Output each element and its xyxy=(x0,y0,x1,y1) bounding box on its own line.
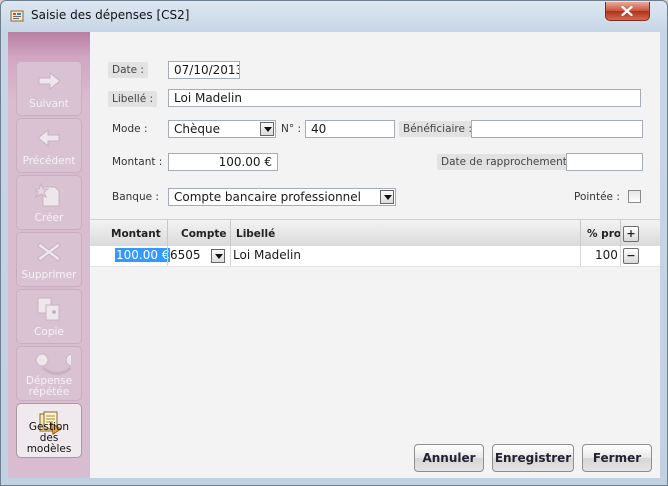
title-bar: Saisie des dépenses [CS2] xyxy=(1,1,667,29)
beneficiaire-field[interactable] xyxy=(471,120,643,138)
fermer-button[interactable]: Fermer xyxy=(582,444,652,472)
enregistrer-button[interactable]: Enregistrer xyxy=(492,444,574,472)
mode-label: Mode : xyxy=(112,123,148,135)
sidebar-item-label: Copie xyxy=(34,326,64,338)
libelle-label: Libellé : xyxy=(108,91,158,107)
sidebar-item-suivant[interactable]: Suivant xyxy=(16,61,82,116)
col-pct-pro[interactable]: % pro xyxy=(587,228,621,240)
sidebar-item-label: Créer xyxy=(34,212,64,224)
sidebar-item-depense-repetee[interactable]: Dépense répétée xyxy=(16,346,82,401)
new-document-icon xyxy=(35,182,60,207)
chevron-down-icon[interactable] xyxy=(211,249,225,263)
banque-select[interactable]: Compte bancaire professionnel xyxy=(168,188,396,206)
pointee-label: Pointée : xyxy=(574,191,620,203)
table-row[interactable]: 100.00 € 6505 Loi Madelin 100 − xyxy=(90,246,660,267)
sidebar-item-label-line2: des modèles xyxy=(26,432,72,455)
arrow-left-icon xyxy=(37,128,60,148)
sidebar-item-label: Suivant xyxy=(29,98,69,110)
arrow-right-icon xyxy=(38,71,61,91)
close-icon xyxy=(621,6,633,16)
close-window-button[interactable] xyxy=(605,2,650,21)
sidebar-item-creer[interactable]: Créer xyxy=(16,175,82,230)
chevron-down-icon[interactable] xyxy=(380,190,394,204)
expense-form: Date : 07/10/2013 Libellé : Loi Madelin … xyxy=(90,32,660,478)
allocation-grid-header: Montant Compte Libellé % pro + xyxy=(90,219,660,248)
col-libelle[interactable]: Libellé xyxy=(236,228,275,240)
app-icon xyxy=(10,10,24,22)
add-row-button[interactable]: + xyxy=(623,226,639,242)
remove-row-button[interactable]: − xyxy=(623,248,639,264)
sidebar-item-label: Précédent xyxy=(22,155,76,167)
banque-select-value: Compte bancaire professionnel xyxy=(174,190,362,204)
sidebar-item-gestion-modeles[interactable]: Gestion des modèles xyxy=(16,403,82,458)
rapprochement-field[interactable] xyxy=(566,153,643,171)
annuler-button[interactable]: Annuler xyxy=(414,444,484,472)
rapprochement-label: Date de rapprochement : xyxy=(437,154,578,170)
row-montant[interactable]: 100.00 € xyxy=(115,248,171,262)
numero-label: N° : xyxy=(281,123,301,135)
col-compte[interactable]: Compte xyxy=(181,228,227,240)
main-window: Saisie des dépenses [CS2] Suivant Précéd… xyxy=(0,0,668,486)
sidebar-item-copie[interactable]: Copie xyxy=(16,289,82,344)
window-title: Saisie des dépenses [CS2] xyxy=(31,8,190,22)
sidebar: Suivant Précédent Créer Supprimer Copie … xyxy=(8,32,90,478)
mode-select[interactable]: Chèque xyxy=(168,120,276,138)
col-montant[interactable]: Montant xyxy=(111,228,161,240)
banque-label: Banque : xyxy=(112,191,159,203)
copy-icon xyxy=(37,297,60,321)
row-pct-pro[interactable]: 100 xyxy=(595,248,618,262)
montant-field[interactable]: 100.00 € xyxy=(168,153,278,171)
sidebar-item-precedent[interactable]: Précédent xyxy=(16,118,82,173)
sidebar-item-supprimer[interactable]: Supprimer xyxy=(16,232,82,287)
numero-field[interactable]: 40 xyxy=(305,120,395,138)
pointee-checkbox[interactable] xyxy=(628,190,641,203)
date-field[interactable]: 07/10/2013 xyxy=(168,61,240,79)
date-label: Date : xyxy=(108,62,148,78)
libelle-field[interactable]: Loi Madelin xyxy=(168,89,641,107)
sidebar-item-label: Supprimer xyxy=(21,269,77,281)
sidebar-item-label-line2: répétée xyxy=(28,386,70,398)
montant-label: Montant : xyxy=(112,156,163,168)
chevron-down-icon[interactable] xyxy=(260,122,274,136)
delete-x-icon xyxy=(37,242,61,262)
row-libelle[interactable]: Loi Madelin xyxy=(233,248,301,262)
mode-select-value: Chèque xyxy=(174,122,220,136)
beneficiaire-label: Bénéficiaire : xyxy=(399,121,476,137)
row-compte[interactable]: 6505 xyxy=(170,248,201,262)
